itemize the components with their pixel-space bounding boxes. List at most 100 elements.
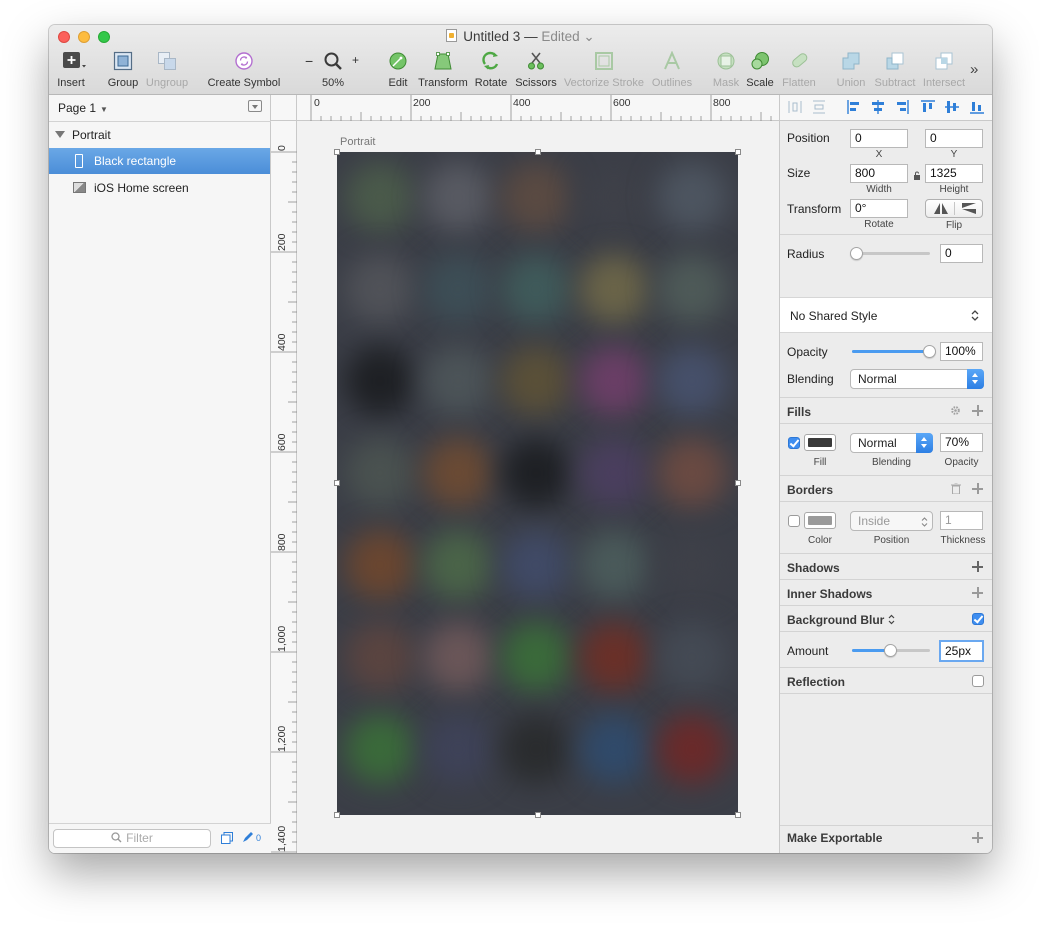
flip-horizontal-icon[interactable] [934, 203, 948, 217]
border-position-label: Position [873, 535, 910, 546]
align-top-icon[interactable] [921, 100, 935, 114]
scissors-icon [526, 51, 546, 71]
add-inner-shadow-plus-icon[interactable] [972, 587, 983, 598]
radius-input[interactable]: 0 [940, 244, 983, 263]
align-center-horizontal-icon[interactable] [871, 100, 885, 114]
resize-handle[interactable] [735, 480, 741, 486]
collapse-pages-button[interactable] [248, 100, 262, 112]
resize-handle[interactable] [535, 149, 541, 155]
artboard-portrait[interactable] [337, 152, 738, 815]
distribute-vertical-icon[interactable] [812, 100, 826, 114]
copy-pages-icon[interactable] [221, 832, 233, 847]
filter-input[interactable]: Filter [53, 829, 211, 848]
blurred-app-icon [657, 622, 727, 692]
lock-ratio-icon[interactable] [913, 169, 921, 183]
gear-icon[interactable] [950, 405, 961, 419]
flatten-button[interactable]: Flatten [779, 51, 819, 89]
flip-vertical-icon[interactable] [962, 203, 976, 217]
shared-style-selector[interactable]: No Shared Style [780, 297, 992, 333]
intersect-button[interactable]: Intersect [921, 51, 967, 89]
ruler-label: 1,000 [276, 625, 288, 652]
resize-handle[interactable] [535, 812, 541, 818]
fill-opacity-input[interactable]: 70% [940, 433, 983, 452]
fill-enabled-checkbox[interactable] [788, 437, 800, 449]
transform-icon [433, 51, 453, 71]
page-selector[interactable]: Page 1 ▼ [58, 101, 108, 115]
layer-row-ios-home-screen[interactable]: iOS Home screen [49, 175, 270, 201]
insert-button[interactable]: Insert [55, 51, 87, 89]
resize-handle[interactable] [735, 812, 741, 818]
opacity-input[interactable]: 100% [940, 342, 983, 361]
amount-slider-knob[interactable] [884, 644, 897, 657]
radius-slider-knob[interactable] [850, 247, 863, 260]
outlines-button[interactable]: Outlines [651, 50, 693, 89]
ungroup-button[interactable]: Ungroup [145, 51, 189, 89]
width-input[interactable]: 800 [850, 164, 908, 183]
toolbar-overflow-button[interactable]: » [970, 61, 978, 78]
disclosure-triangle-icon[interactable] [55, 131, 65, 138]
edited-status[interactable]: Edited [541, 29, 579, 44]
background-blur-checkbox[interactable] [972, 613, 984, 625]
rectangle-layer-icon [75, 154, 83, 168]
trash-icon[interactable] [951, 482, 961, 497]
transform-button[interactable]: Transform [417, 51, 469, 89]
align-left-icon[interactable] [847, 100, 861, 114]
divider [780, 825, 992, 826]
resize-handle[interactable] [735, 149, 741, 155]
resize-handle[interactable] [334, 480, 340, 486]
mask-button[interactable]: Mask [711, 51, 741, 89]
add-shadow-plus-icon[interactable] [972, 561, 983, 572]
position-x-input[interactable]: 0 [850, 129, 908, 148]
scissors-button[interactable]: Scissors [515, 51, 557, 89]
background-blur-header[interactable]: Background Blur [787, 613, 895, 627]
align-middle-icon[interactable] [945, 100, 959, 114]
height-input[interactable]: 1325 [925, 164, 983, 183]
border-thickness-input[interactable]: 1 [940, 511, 983, 530]
artboard-title[interactable]: Portrait [340, 136, 375, 148]
opacity-slider-knob[interactable] [923, 345, 936, 358]
group-button[interactable]: Group [107, 51, 139, 89]
zoom-in-button[interactable]: + [352, 53, 359, 67]
subtract-button[interactable]: Subtract [873, 51, 917, 89]
position-y-input[interactable]: 0 [925, 129, 983, 148]
add-fill-plus-icon[interactable] [972, 405, 983, 416]
reflection-checkbox[interactable] [972, 675, 984, 687]
chevron-down-icon: ⌄ [579, 29, 595, 44]
union-button[interactable]: Union [835, 51, 867, 89]
distribute-horizontal-icon[interactable] [788, 100, 802, 114]
create-symbol-button[interactable]: Create Symbol [207, 51, 281, 89]
blurred-app-icon [579, 714, 649, 784]
scale-button[interactable]: Scale [745, 51, 775, 89]
slice-pen-icon[interactable] [242, 831, 254, 846]
add-export-plus-icon[interactable] [972, 832, 983, 843]
blending-select[interactable]: Normal [850, 369, 984, 389]
edit-button[interactable]: Edit [385, 51, 411, 89]
divider [780, 423, 992, 424]
vertical-ruler[interactable]: 0 200 400 600 800 1,000 1,200 1,400 [271, 95, 297, 853]
fill-color-swatch[interactable] [804, 434, 836, 451]
border-enabled-checkbox[interactable] [788, 515, 800, 527]
add-border-plus-icon[interactable] [972, 483, 983, 494]
resize-handle[interactable] [334, 149, 340, 155]
vectorize-stroke-button[interactable]: Vectorize Stroke [563, 51, 645, 89]
layer-row-black-rectangle[interactable]: Black rectangle [49, 148, 270, 174]
rotate-button[interactable]: Rotate [473, 51, 509, 89]
amount-input[interactable]: 25px [939, 640, 984, 662]
ungroup-icon [157, 51, 177, 71]
divider [780, 579, 992, 580]
layer-row-portrait[interactable]: Portrait [49, 122, 270, 148]
rotate-input[interactable]: 0° [850, 199, 908, 218]
fill-blending-select[interactable]: Normal [850, 433, 933, 453]
zoom-out-button[interactable]: − [305, 53, 313, 69]
horizontal-ruler[interactable]: 0 200 400 600 800 [271, 95, 779, 121]
resize-handle[interactable] [334, 812, 340, 818]
align-bottom-icon[interactable] [970, 100, 984, 114]
align-right-icon[interactable] [895, 100, 909, 114]
border-color-swatch[interactable] [804, 512, 836, 529]
canvas[interactable]: 0 200 400 600 800 0 200 400 600 800 1,00… [271, 95, 779, 853]
amount-label: Amount [787, 644, 829, 658]
border-position-select[interactable]: Inside [850, 511, 933, 531]
blending-value: Normal [858, 372, 897, 386]
radius-slider[interactable] [852, 252, 930, 255]
fill-blending-value: Normal [858, 436, 897, 450]
